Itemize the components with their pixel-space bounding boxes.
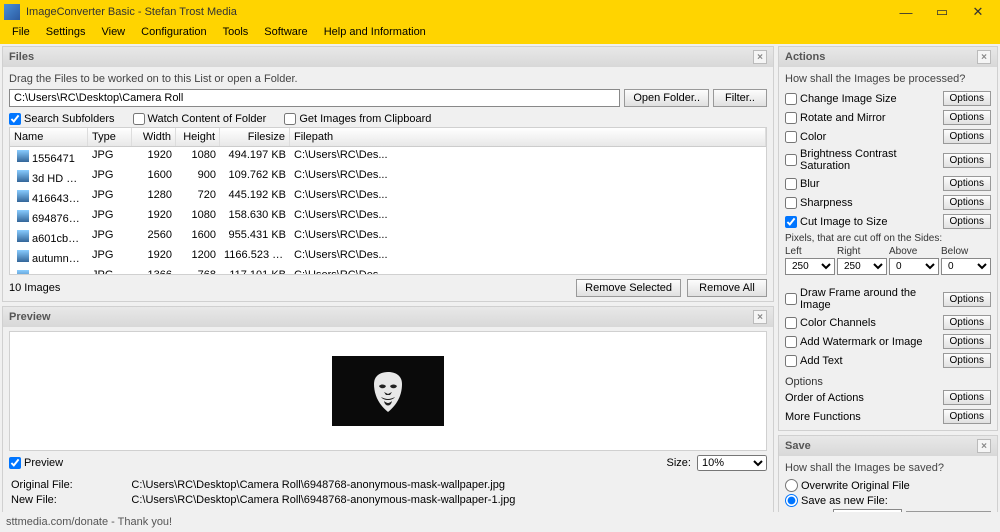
folder-path-input[interactable] [9,89,620,107]
cut-above-input[interactable]: 0 [889,258,939,275]
actions-hint: How shall the Images be processed? [785,71,991,89]
get-clipboard-checkbox[interactable]: Get Images from Clipboard [284,113,431,125]
remove-selected-button[interactable]: Remove Selected [576,279,681,297]
file-info: Original File:C:\Users\RC\Desktop\Camera… [9,475,767,511]
table-row[interactable]: 6948768-ano...JPG19201080158.630 KBC:\Us… [10,207,766,227]
remove-all-button[interactable]: Remove All [687,279,767,297]
menu-file[interactable]: File [4,24,38,44]
table-row[interactable]: burning_pok...JPG1366768117.101 KBC:\Use… [10,267,766,275]
action-checkbox[interactable]: Sharpness [785,197,939,209]
action-options-button[interactable]: Options [943,315,991,330]
close-button[interactable]: ✕ [960,2,996,22]
action-options-button[interactable]: Options [943,176,991,191]
col-width[interactable]: Width [132,128,176,146]
actions-close-icon[interactable]: × [977,50,991,64]
preview-image-area [9,331,767,451]
action-options-button[interactable]: Options [943,91,991,106]
files-hint: Drag the Files to be worked on to this L… [9,71,767,89]
order-options-button[interactable]: Options [943,390,991,405]
save-new-radio[interactable]: Save as new File: [785,493,991,508]
menu-software[interactable]: Software [256,24,315,44]
actions-title: Actions [785,51,825,63]
options-header: Options [785,376,991,388]
action-options-button[interactable]: Options [943,334,991,349]
menubar: File Settings View Configuration Tools S… [0,24,1000,44]
table-row[interactable]: autumn_bree...JPG192012001166.523 KBC:\U… [10,247,766,267]
action-checkbox[interactable]: Change Image Size [785,93,939,105]
window-title: ImageConverter Basic - Stefan Trost Medi… [26,6,888,18]
order-actions-label: Order of Actions [785,392,939,404]
action-checkbox[interactable]: Rotate and Mirror [785,112,939,124]
preview-panel: Preview × Preview Size: 10% Original File… [2,306,774,512]
preview-checkbox[interactable]: Preview [9,457,661,469]
search-subfolders-checkbox[interactable]: Search Subfolders [9,113,115,125]
action-checkbox[interactable]: Brightness Contrast Saturation [785,148,939,172]
table-row[interactable]: 4166439-gho...JPG1280720445.192 KBC:\Use… [10,187,766,207]
action-checkbox[interactable]: Add Watermark or Image [785,336,939,348]
files-title: Files [9,51,34,63]
table-row[interactable]: 1556471JPG19201080494.197 KBC:\Users\RC\… [10,147,766,167]
menu-help[interactable]: Help and Information [316,24,434,44]
preview-size-select[interactable]: 10% [697,455,767,471]
titlebar: ImageConverter Basic - Stefan Trost Medi… [0,0,1000,24]
col-filesize[interactable]: Filesize [220,128,290,146]
action-checkbox[interactable]: Color Channels [785,317,939,329]
table-row[interactable]: 3d HD Wallpa...JPG1600900109.762 KBC:\Us… [10,167,766,187]
image-count: 10 Images [9,282,576,294]
app-icon [4,4,20,20]
cut-left-input[interactable]: 250 [785,258,835,275]
action-checkbox[interactable]: Add Text [785,355,939,367]
status-bar: sttmedia.com/donate - Thank you! [0,512,1000,532]
cut-hint: Pixels, that are cut off on the Sides: [785,231,991,244]
action-options-button[interactable]: Options [943,292,991,307]
actions-panel: Actions × How shall the Images be process… [778,46,998,431]
preview-close-icon[interactable]: × [753,310,767,324]
save-title: Save [785,440,811,452]
open-folder-button[interactable]: Open Folder.. [624,89,709,107]
file-list[interactable]: Name Type Width Height Filesize Filepath… [9,127,767,275]
more-functions-label: More Functions [785,411,939,423]
preview-thumbnail [332,356,444,426]
action-options-button[interactable]: Options [943,153,991,168]
save-hint: How shall the Images be saved? [785,460,991,478]
save-close-icon[interactable]: × [977,439,991,453]
cut-right-input[interactable]: 250 [837,258,887,275]
col-height[interactable]: Height [176,128,220,146]
col-name[interactable]: Name [10,128,88,146]
preview-title: Preview [9,311,51,323]
save-panel: Save × How shall the Images be saved? Ove… [778,435,998,512]
table-row[interactable]: a601cb579c...JPG25601600955.431 KBC:\Use… [10,227,766,247]
action-options-button[interactable]: Options [943,214,991,229]
more-options-button[interactable]: Options [943,409,991,424]
action-checkbox[interactable]: Color [785,131,939,143]
menu-configuration[interactable]: Configuration [133,24,214,44]
cut-below-input[interactable]: 0 [941,258,991,275]
col-filepath[interactable]: Filepath [290,128,766,146]
files-close-icon[interactable]: × [753,50,767,64]
mask-icon [370,370,406,414]
minimize-button[interactable]: — [888,2,924,22]
size-label: Size: [667,457,691,469]
action-options-button[interactable]: Options [943,129,991,144]
action-checkbox[interactable]: Blur [785,178,939,190]
filter-button[interactable]: Filter.. [713,89,767,107]
maximize-button[interactable]: ▭ [924,2,960,22]
col-type[interactable]: Type [88,128,132,146]
files-panel: Files × Drag the Files to be worked on to… [2,46,774,302]
action-options-button[interactable]: Options [943,353,991,368]
action-options-button[interactable]: Options [943,195,991,210]
action-options-button[interactable]: Options [943,110,991,125]
menu-settings[interactable]: Settings [38,24,94,44]
menu-view[interactable]: View [93,24,133,44]
action-checkbox[interactable]: Draw Frame around the Image [785,287,939,311]
menu-tools[interactable]: Tools [215,24,257,44]
overwrite-radio[interactable]: Overwrite Original File [785,478,991,493]
watch-content-checkbox[interactable]: Watch Content of Folder [133,113,267,125]
action-checkbox[interactable]: Cut Image to Size [785,216,939,228]
